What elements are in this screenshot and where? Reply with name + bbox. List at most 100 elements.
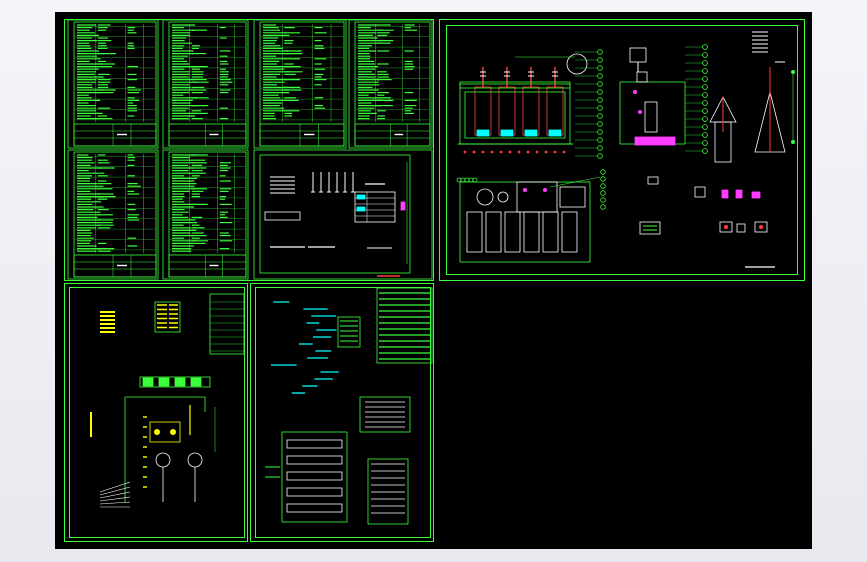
terminal-row [286, 471, 343, 481]
cad-canvas[interactable] [55, 12, 812, 549]
nameplate-field [264, 211, 301, 221]
callout-balloon [702, 124, 708, 130]
small-detail [735, 189, 743, 199]
title-block [168, 254, 247, 278]
motor-symbol [155, 452, 171, 468]
callout-balloon [597, 89, 603, 95]
base-bolt [508, 150, 512, 154]
callout-balloon [597, 97, 603, 103]
title-block [354, 123, 431, 147]
nameplate-marker [400, 201, 406, 211]
terminal-row [286, 439, 343, 449]
motor-symbol [187, 452, 203, 468]
callout-balloon [600, 183, 606, 189]
terminal-strip-left [281, 431, 348, 523]
winding-column [522, 86, 540, 136]
radiator-bank [561, 211, 578, 253]
callout-balloon [472, 177, 478, 183]
base-bolt [481, 150, 485, 154]
callout-balloon [460, 177, 466, 183]
title-block [73, 254, 157, 278]
terminal-strip-right [367, 458, 409, 525]
nameplate-sheet [253, 149, 433, 280]
callout-balloon [702, 60, 708, 66]
callout-balloon [597, 105, 603, 111]
base-bolt [463, 150, 467, 154]
conservator-side [629, 47, 647, 63]
callout-balloon [600, 204, 606, 210]
callout-balloon [702, 52, 708, 58]
nameplate-cell [356, 194, 366, 200]
callout-balloon [600, 190, 606, 196]
bushing-base [476, 129, 490, 137]
callout-balloon [702, 84, 708, 90]
radiator [644, 101, 658, 133]
callout-balloon [702, 92, 708, 98]
base-bolt [562, 150, 566, 154]
valve [638, 110, 642, 114]
callout-balloon [702, 76, 708, 82]
base-bolt [553, 150, 557, 154]
base-bolt [490, 150, 494, 154]
callout-balloon [597, 57, 603, 63]
base-bolt [499, 150, 503, 154]
callout-balloon [456, 177, 462, 183]
callout-balloon [702, 108, 708, 114]
callout-balloon [702, 132, 708, 138]
nameplate-cell [356, 206, 366, 212]
bushing-base [548, 129, 562, 137]
base-bolt [526, 150, 530, 154]
callout-balloon [600, 169, 606, 175]
small-detail [721, 189, 729, 199]
relay-contact [154, 429, 160, 435]
title-block [259, 123, 345, 147]
callout-balloon [597, 121, 603, 127]
cable-run [99, 496, 131, 502]
callout-balloon [597, 113, 603, 119]
cable-run [99, 481, 131, 493]
callout-balloon [600, 197, 606, 203]
callout-balloon [597, 153, 603, 159]
header-cell [142, 377, 154, 387]
winding-column [546, 86, 564, 136]
small-detail [751, 191, 761, 199]
side-bushing [636, 71, 648, 83]
radiator-bank [466, 211, 483, 253]
cable-run [99, 486, 131, 496]
title-block [168, 123, 247, 147]
top-cover-detail [516, 181, 558, 213]
top-cooler [559, 186, 586, 208]
base-bolt [544, 150, 548, 154]
top-bushing [476, 188, 494, 206]
callout-balloon [597, 49, 603, 55]
label-box [639, 221, 661, 235]
tank-side-view [619, 81, 686, 145]
header-cell [190, 377, 202, 387]
header-cell [174, 377, 186, 387]
base-bolt [535, 150, 539, 154]
top-marker [543, 188, 547, 192]
callout-balloon [597, 137, 603, 143]
nameplate-frame [259, 154, 411, 274]
bushing-base [524, 129, 538, 137]
callout-balloon [702, 140, 708, 146]
small-detail [694, 186, 706, 198]
callout-balloon [702, 148, 708, 154]
header-cell [158, 377, 170, 387]
terminal-row [286, 455, 343, 465]
base-bolt [472, 150, 476, 154]
callout-balloon [468, 177, 474, 183]
callout-balloon [464, 177, 470, 183]
callout-balloon [600, 176, 606, 182]
base-bolt [517, 150, 521, 154]
callout-balloon [597, 65, 603, 71]
small-detail [736, 223, 746, 233]
callout-balloon [597, 73, 603, 79]
radiator-bank [485, 211, 502, 253]
radiator-bank [542, 211, 559, 253]
callout-balloon [597, 145, 603, 151]
winding-column [498, 86, 516, 136]
terminal-row [286, 503, 343, 513]
small-detail [647, 176, 659, 185]
schematic-title-block [209, 293, 245, 355]
